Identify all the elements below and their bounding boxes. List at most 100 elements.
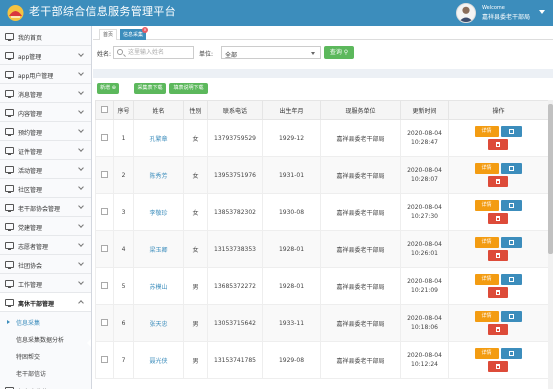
name-label: 姓名: <box>97 51 112 58</box>
cell-actions: 详情 <box>448 267 549 305</box>
row-actions: 详情 <box>473 274 525 298</box>
detail-button[interactable]: 详情 <box>474 348 499 359</box>
delete-button[interactable] <box>487 361 508 372</box>
sidebar-subitem[interactable]: 特困帮交 <box>0 347 91 364</box>
detail-button[interactable]: 详情 <box>474 163 499 174</box>
detail-button[interactable]: 详情 <box>474 126 499 137</box>
name-link[interactable]: 梁玉卿 <box>149 247 167 254</box>
chevron-down-icon <box>78 260 84 266</box>
cell-no: 2 <box>113 156 134 194</box>
cell-actions: 详情 <box>448 119 549 157</box>
delete-button[interactable] <box>487 287 508 298</box>
row-checkbox[interactable] <box>101 318 108 326</box>
sidebar-subitem[interactable]: 信息采集 <box>0 313 91 330</box>
cell-name: 陈秀芳 <box>133 156 184 194</box>
cell-no: 7 <box>113 341 134 379</box>
sidebar-item-icon <box>5 90 14 98</box>
cell-unit: 嘉祥县委老干部局 <box>320 193 401 231</box>
row-actions: 详情 <box>473 126 525 150</box>
sidebar-item[interactable]: 工作管理 <box>0 274 91 293</box>
name-link[interactable]: 孔繁章 <box>149 136 167 143</box>
tab-home[interactable]: 首页 <box>99 29 117 40</box>
name-link[interactable]: 聂光侠 <box>149 358 167 365</box>
user-avatar-icon <box>458 6 474 22</box>
name-link[interactable]: 李敬珍 <box>149 210 167 217</box>
caret-down-icon[interactable] <box>539 10 545 14</box>
sidebar-item-label: 我的首页 <box>18 35 43 42</box>
delete-button[interactable] <box>487 176 508 187</box>
sidebar-item-icon <box>5 242 14 250</box>
name-link[interactable]: 张天忠 <box>149 321 167 328</box>
sidebar-item[interactable]: 我的首页 <box>0 27 91 46</box>
detail-button[interactable]: 详情 <box>474 200 499 211</box>
sidebar-subitem[interactable]: 信息采集数据分析 <box>0 330 91 347</box>
collect-form-download-button[interactable]: 采集表下载 <box>134 83 166 94</box>
detail-button[interactable]: 详情 <box>474 311 499 322</box>
scrollbar-thumb[interactable] <box>548 104 553 254</box>
row-checkbox[interactable] <box>101 244 108 252</box>
sidebar-item[interactable]: 老干部协会管理 <box>0 198 91 217</box>
edit-button[interactable] <box>500 163 522 174</box>
row-checkbox[interactable] <box>101 207 108 215</box>
vertical-scrollbar[interactable] <box>548 100 553 389</box>
detail-button[interactable]: 详情 <box>474 274 499 285</box>
tab-info-collection-label: 信息采集 <box>122 32 143 38</box>
sidebar-item[interactable]: 离休干部管理 <box>0 293 91 312</box>
add-button[interactable]: 新增 ⊕ <box>97 83 119 94</box>
row-checkbox[interactable] <box>101 133 108 141</box>
row-checkbox[interactable] <box>101 170 108 178</box>
updated-date: 2020-08-04 <box>407 241 442 248</box>
cell-phone: 13685372272 <box>207 267 263 305</box>
delete-button[interactable] <box>487 139 508 150</box>
edit-button[interactable] <box>500 200 522 211</box>
sidebar-item-label: 工作管理 <box>18 282 43 289</box>
table-row: 7 聂光侠男 13153741785 1929-08 嘉祥县委老干部局 2020-08-0… <box>95 341 549 379</box>
sidebar-item[interactable]: 证件管理 <box>0 141 91 160</box>
row-select-cell <box>95 193 114 231</box>
sidebar-item[interactable]: 党建管理 <box>0 217 91 236</box>
unit-select[interactable]: 全部 <box>221 46 321 59</box>
tab-info-collection[interactable]: 信息采集 × <box>120 27 148 40</box>
sidebar-item[interactable]: 红色文化传承 <box>0 381 91 389</box>
delete-button[interactable] <box>487 250 508 261</box>
cell-no: 4 <box>113 230 134 268</box>
sidebar-subitem[interactable]: 老干部信访 <box>0 364 91 381</box>
name-search-input[interactable] <box>113 46 194 59</box>
edit-icon <box>508 203 514 208</box>
active-pointer <box>87 338 91 348</box>
sidebar-item[interactable]: 社区管理 <box>0 179 91 198</box>
caret-right-icon <box>7 320 10 324</box>
sidebar-item[interactable]: 消息管理 <box>0 84 91 103</box>
sidebar-item[interactable]: 预约管理 <box>0 122 91 141</box>
name-link[interactable]: 苏模山 <box>149 284 167 291</box>
cell-updated: 2020-08-04 10:28:07 <box>400 156 449 194</box>
edit-button[interactable] <box>500 311 522 322</box>
edit-button[interactable] <box>500 237 522 248</box>
sidebar-item-icon <box>5 185 14 193</box>
sidebar-item[interactable]: 社团协会 <box>0 255 91 274</box>
row-checkbox[interactable] <box>101 355 108 363</box>
sidebar-item[interactable]: app管理 <box>0 46 91 65</box>
guide-download-button[interactable]: 填表说明下载 <box>169 83 208 94</box>
edit-icon <box>508 129 514 134</box>
row-actions: 详情 <box>473 311 525 335</box>
sidebar-item[interactable]: 内容管理 <box>0 103 91 122</box>
detail-button[interactable]: 详情 <box>474 237 499 248</box>
edit-button[interactable] <box>500 348 522 359</box>
sidebar-item[interactable]: 志愿者管理 <box>0 236 91 255</box>
delete-button[interactable] <box>487 324 508 335</box>
avatar[interactable] <box>456 3 476 23</box>
sidebar-item-icon <box>5 71 14 79</box>
sidebar-subitem-label: 老干部信访 <box>16 371 47 378</box>
close-icon[interactable]: × <box>142 27 148 33</box>
edit-button[interactable] <box>500 274 522 285</box>
edit-button[interactable] <box>500 126 522 137</box>
data-table-container: 序号 姓名 性别 联系电话 出生年月 现服务单位 更新时间 操作 1 孔繁章女 13… <box>93 100 549 389</box>
row-checkbox[interactable] <box>101 281 108 289</box>
delete-button[interactable] <box>487 213 508 224</box>
sidebar-item[interactable]: 活动管理 <box>0 160 91 179</box>
query-button[interactable]: 查询 ⚲ <box>324 46 354 59</box>
name-link[interactable]: 陈秀芳 <box>149 173 167 180</box>
sidebar-item[interactable]: app用户管理 <box>0 65 91 84</box>
select-all-checkbox[interactable] <box>101 105 108 113</box>
